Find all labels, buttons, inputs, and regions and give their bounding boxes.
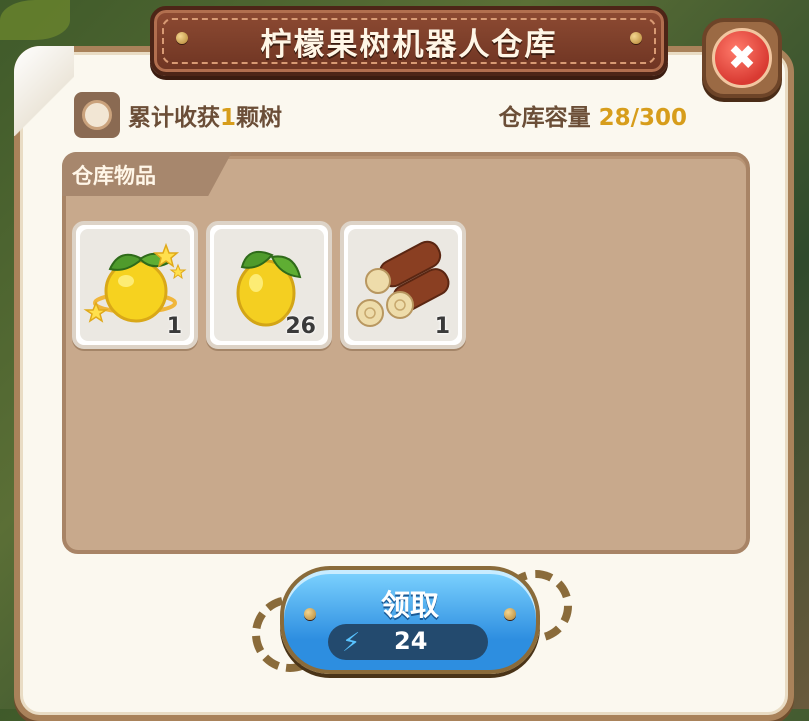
- harvest-summary: 累计收获1颗树: [128, 98, 282, 132]
- item-count: 26: [285, 314, 316, 339]
- rivet-icon: [176, 32, 188, 44]
- harvest-suffix: 颗树: [236, 105, 283, 131]
- item-count: 1: [434, 314, 450, 339]
- claim-label: 领取: [380, 588, 439, 622]
- harvest-prefix: 累计收获: [128, 105, 220, 131]
- capacity-label: 仓库容量: [498, 105, 591, 131]
- page-title: 柠檬果树机器人仓库: [260, 26, 558, 63]
- claim-button[interactable]: 领取 ⚡ 24: [280, 566, 540, 674]
- energy-cost: ⚡ 24: [328, 624, 488, 660]
- harvest-icon: [74, 92, 120, 138]
- item-slot[interactable]: 1: [340, 221, 466, 349]
- item-count: 1: [166, 314, 182, 339]
- warehouse-capacity: 仓库容量 28/300: [499, 98, 687, 132]
- inventory-tab-label: 仓库物品: [72, 164, 156, 188]
- energy-cost-value: 24: [394, 627, 428, 655]
- inventory-grid: [62, 152, 750, 554]
- item-slot[interactable]: 26: [206, 221, 332, 349]
- item-slot[interactable]: 1: [72, 221, 198, 349]
- close-button[interactable]: ✖: [702, 18, 782, 98]
- rivet-icon: [630, 32, 642, 44]
- title-banner: 柠檬果树机器人仓库: [150, 6, 668, 76]
- lightning-bolt-icon: ⚡: [342, 628, 361, 658]
- background-foliage: [0, 0, 70, 40]
- close-icon: ✖: [712, 28, 772, 88]
- capacity-value: 28/300: [598, 105, 687, 131]
- page-curl-decoration: [14, 46, 74, 136]
- harvest-count: 1: [220, 105, 237, 131]
